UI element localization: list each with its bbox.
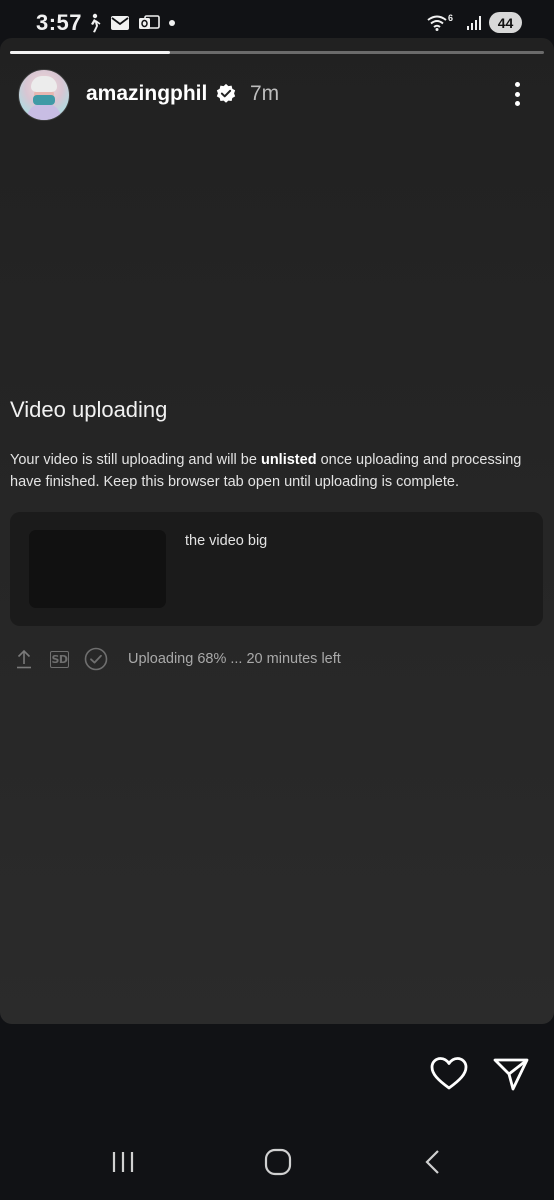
home-icon[interactable] xyxy=(264,1148,292,1176)
wifi-icon xyxy=(427,15,447,31)
upload-status-row: SD Uploading 68% ... 20 minutes left xyxy=(13,646,341,672)
check-circle-icon xyxy=(84,647,108,671)
username[interactable]: amazingphil xyxy=(86,82,207,106)
avatar[interactable] xyxy=(18,69,70,121)
desc-text: Your video is still uploading and will b… xyxy=(10,452,261,468)
dot-icon xyxy=(169,20,175,26)
outlook-icon xyxy=(139,15,160,29)
notification-icons xyxy=(86,13,176,33)
recent-apps-icon[interactable] xyxy=(108,1151,138,1173)
upload-title: Video uploading xyxy=(10,397,168,422)
battery-icon: 44 xyxy=(489,12,522,33)
video-thumbnail xyxy=(29,530,166,608)
story-card[interactable]: amazingphil 7m Video uploading Your vide… xyxy=(0,38,554,1024)
visibility-label: unlisted xyxy=(260,452,317,468)
system-icons: 6 44 xyxy=(427,12,522,33)
network-badge: 6 xyxy=(447,12,453,23)
signal-icon xyxy=(467,15,481,30)
heart-icon[interactable] xyxy=(430,1056,468,1092)
post-time: 7m xyxy=(250,82,280,105)
mail-icon xyxy=(111,16,129,30)
upload-arrow-icon xyxy=(13,649,35,669)
navigation-bar xyxy=(0,1125,554,1200)
sd-quality-icon: SD xyxy=(50,650,69,668)
story-progress-bar xyxy=(10,51,544,54)
back-icon[interactable] xyxy=(420,1149,446,1175)
status-time: 3:57 xyxy=(36,10,83,35)
more-dot-icon xyxy=(514,82,520,87)
more-dot-icon xyxy=(514,91,520,97)
upload-description: Your video is still uploading and will b… xyxy=(10,449,545,493)
upload-progress-text: Uploading 68% ... 20 minutes left xyxy=(128,651,341,667)
more-dot-icon xyxy=(514,101,520,106)
story-progress-fill xyxy=(10,51,171,54)
video-card: the video big xyxy=(10,512,543,626)
send-icon[interactable] xyxy=(492,1056,530,1092)
more-options-button[interactable] xyxy=(503,78,531,110)
walking-icon xyxy=(91,13,101,33)
screen: 3:57 6 44 amazingphil 7m Video uploading… xyxy=(0,0,554,1200)
video-title: the video big xyxy=(185,533,268,549)
verified-badge-icon xyxy=(216,83,236,103)
